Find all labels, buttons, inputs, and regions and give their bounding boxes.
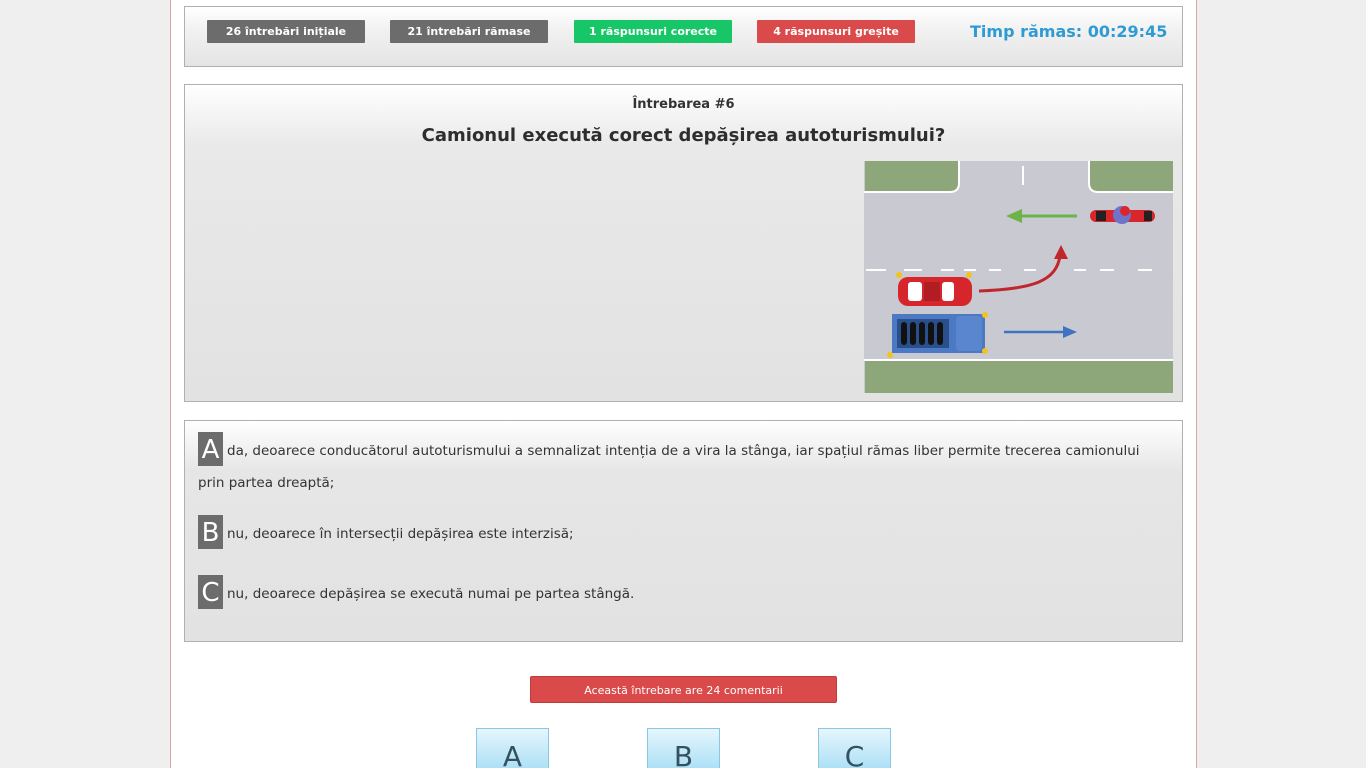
answer-a[interactable]: Ada, deoarece conducătorul autoturismulu… <box>198 432 1158 498</box>
remaining-questions-badge: 21 întrebări rămase <box>390 20 548 43</box>
answer-a-letter: A <box>198 432 223 466</box>
comments-button[interactable]: Această întrebare are 24 comentarii <box>530 676 837 703</box>
choice-button-b[interactable]: B <box>647 728 720 768</box>
choice-button-a[interactable]: A <box>476 728 549 768</box>
correct-answers-badge: 1 răspunsuri corecte <box>574 20 732 43</box>
question-text: Camionul execută corect depășirea autotu… <box>421 125 946 146</box>
answer-b-letter: B <box>198 515 223 549</box>
stats-bar: 26 întrebări inițiale 21 întrebări rămas… <box>184 6 1183 67</box>
answer-c-text: nu, deoarece depășirea se execută numai … <box>227 586 635 602</box>
question-number: Întrebarea #6 <box>632 97 735 112</box>
answer-b[interactable]: Bnu, deoarece în intersecții depășirea e… <box>198 515 1158 551</box>
quiz-page: 26 întrebări inițiale 21 întrebări rămas… <box>170 0 1197 768</box>
initial-questions-badge: 26 întrebări inițiale <box>207 20 365 43</box>
answer-a-text: da, deoarece conducătorul autoturismului… <box>198 443 1140 491</box>
time-remaining: Timp rămas: 00:29:45 <box>970 22 1168 41</box>
wrong-answers-badge: 4 răspunsuri greșite <box>757 20 915 43</box>
answer-c-letter: C <box>198 575 223 609</box>
choice-button-c[interactable]: C <box>818 728 891 768</box>
answer-c[interactable]: Cnu, deoarece depășirea se execută numai… <box>198 575 1158 611</box>
answer-b-text: nu, deoarece în intersecții depășirea es… <box>227 526 574 542</box>
answers-panel: Ada, deoarece conducătorul autoturismulu… <box>184 420 1183 642</box>
question-illustration <box>864 161 1173 393</box>
question-panel: Întrebarea #6 Camionul execută corect de… <box>184 84 1183 402</box>
